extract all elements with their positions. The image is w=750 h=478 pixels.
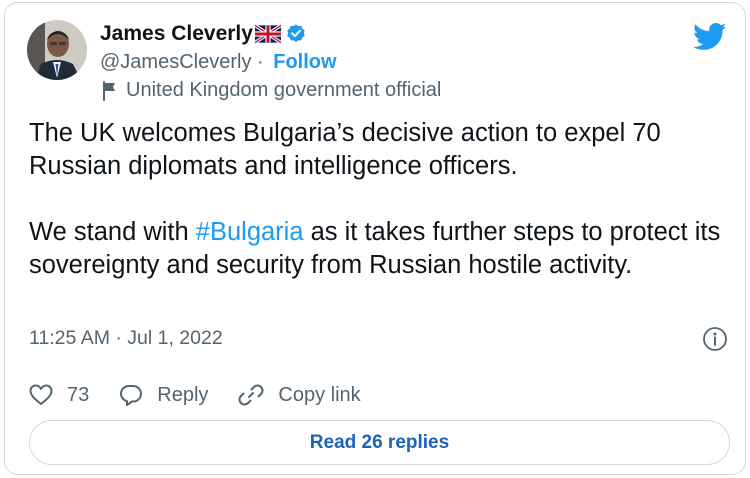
reply-label: Reply	[157, 383, 209, 406]
affiliation-text: United Kingdom government official	[126, 79, 442, 101]
avatar[interactable]	[27, 20, 87, 80]
tweet-actions: 73 Reply Copy link	[29, 380, 391, 410]
copy-link-label: Copy link	[278, 383, 361, 406]
like-count: 73	[67, 383, 90, 406]
display-name[interactable]: James Cleverly	[100, 22, 253, 46]
tweet-paragraph-1: The UK welcomes Bulgaria’s decisive acti…	[29, 119, 661, 180]
tweet-text-segment: We stand with	[29, 218, 196, 246]
uk-flag-icon	[253, 23, 282, 45]
reply-icon	[120, 385, 143, 406]
hashtag-link[interactable]: #Bulgaria	[196, 218, 304, 246]
link-icon	[238, 384, 264, 406]
separator-dot: ·	[251, 51, 270, 73]
like-button[interactable]: 73	[29, 384, 89, 407]
handle[interactable]: @JamesCleverly	[100, 51, 251, 74]
read-replies-button[interactable]: Read 26 replies	[29, 420, 730, 465]
tweet-card: James Cleverly @JamesCleverly · Follow U…	[4, 2, 746, 475]
affiliation-label: United Kingdom government official	[100, 79, 441, 102]
author-handle-row: @JamesCleverly · Follow	[100, 51, 337, 74]
verified-badge-icon	[285, 23, 307, 45]
copy-link-button[interactable]: Copy link	[238, 382, 361, 408]
follow-link[interactable]: Follow	[273, 51, 336, 74]
twitter-logo-icon[interactable]	[693, 23, 727, 51]
info-icon[interactable]	[702, 326, 728, 352]
heart-icon	[29, 384, 53, 405]
tweet-text: The UK welcomes Bulgaria’s decisive acti…	[29, 117, 729, 282]
author-name-row[interactable]: James Cleverly	[100, 19, 307, 49]
tweet-paragraph-2: We stand with #Bulgaria as it takes furt…	[29, 216, 729, 282]
reply-button[interactable]: Reply	[119, 383, 208, 407]
flag-icon	[100, 80, 120, 102]
tweet-timestamp[interactable]: 11:25 AM · Jul 1, 2022	[29, 327, 223, 350]
